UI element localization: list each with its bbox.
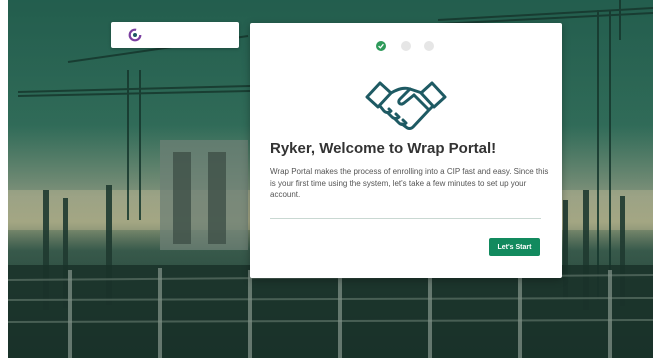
check-icon (378, 43, 384, 49)
logo-card (111, 22, 239, 48)
welcome-description: Wrap Portal makes the process of enrolli… (270, 167, 549, 199)
app-frame: Ryker, Welcome to Wrap Portal! Wrap Port… (8, 0, 653, 358)
welcome-modal: Ryker, Welcome to Wrap Portal! Wrap Port… (250, 23, 562, 278)
lets-start-button[interactable]: Let's Start (489, 238, 540, 256)
welcome-title: Ryker, Welcome to Wrap Portal! (270, 140, 497, 157)
handshake-icon (365, 81, 447, 130)
step-3-pending (424, 41, 434, 51)
wrap-portal-logo-icon (128, 28, 142, 42)
step-1-complete (376, 41, 386, 51)
divider (270, 218, 541, 219)
step-indicator (250, 40, 562, 52)
step-2-pending (401, 41, 411, 51)
